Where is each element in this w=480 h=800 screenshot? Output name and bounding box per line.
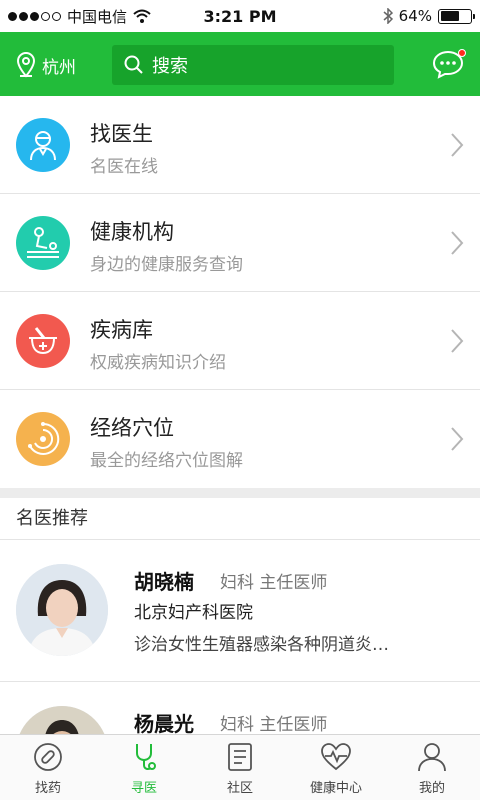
menu-subtitle: 名医在线 (90, 157, 158, 177)
menu-title: 经络穴位 (90, 416, 174, 440)
search-icon (124, 55, 143, 74)
doctor-title: 妇科 主任医师 (220, 573, 328, 593)
pill-icon (34, 743, 62, 771)
doctor-card[interactable]: 杨晨光 妇科 主任医师 (0, 682, 480, 734)
chevron-right-icon (451, 329, 464, 353)
doctor-avatar (16, 564, 108, 656)
chevron-right-icon (451, 231, 464, 255)
unread-dot (458, 49, 466, 57)
top-bar: 杭州 搜索 (0, 32, 480, 96)
heart-pulse-icon (321, 743, 351, 771)
doctor-icon (16, 118, 70, 172)
menu-subtitle: 权威疾病知识介绍 (90, 353, 226, 373)
doctor-title: 妇科 主任医师 (220, 715, 328, 734)
doctor-card[interactable]: 胡晓楠 妇科 主任医师 北京妇产科医院 诊治女性生殖器感染各种阴道炎… (0, 540, 480, 682)
stethoscope-icon (136, 744, 156, 770)
menu-subtitle: 最全的经络穴位图解 (90, 451, 243, 471)
city-selector[interactable]: 杭州 (16, 52, 76, 78)
tab-find-doctor[interactable]: 寻医 (96, 735, 192, 800)
tab-health-center[interactable]: 健康中心 (288, 735, 384, 800)
chevron-right-icon (451, 427, 464, 451)
recommended-doctors: 名医推荐 胡晓楠 妇科 主任医师 北京妇产科医院 诊治女性生殖器感染各种阴道炎…… (0, 498, 480, 734)
tab-label: 寻医 (130, 781, 157, 796)
tab-community[interactable]: 社区 (192, 735, 288, 800)
tab-label: 健康中心 (309, 781, 362, 796)
doctor-specialty: 诊治女性生殖器感染各种阴道炎… (134, 635, 389, 655)
feature-menu: 找医生 名医在线 健康机构 身边的健康服务查询 疾病库 权威疾病知识介绍 经络穴… (0, 96, 480, 488)
community-icon (228, 743, 252, 771)
section-title: 名医推荐 (0, 498, 480, 540)
doctor-hospital: 北京妇产科医院 (134, 603, 253, 623)
mortar-icon (16, 314, 70, 368)
massage-icon (16, 216, 70, 270)
doctor-name: 胡晓楠 (134, 570, 194, 594)
bluetooth-icon (383, 8, 393, 24)
menu-title: 找医生 (90, 122, 153, 146)
battery-icon (438, 8, 475, 24)
status-bar: 中国电信 3:21 PM 64% (0, 0, 480, 32)
chevron-right-icon (451, 133, 464, 157)
doctor-avatar (16, 706, 108, 734)
message-button[interactable] (432, 49, 466, 81)
menu-item-disease-library[interactable]: 疾病库 权威疾病知识介绍 (0, 292, 480, 390)
menu-title: 疾病库 (90, 318, 153, 342)
menu-subtitle: 身边的健康服务查询 (90, 255, 243, 275)
menu-item-find-doctor[interactable]: 找医生 名医在线 (0, 96, 480, 194)
tab-label: 社区 (226, 781, 253, 796)
doctor-name: 杨晨光 (134, 712, 194, 734)
tab-find-medicine[interactable]: 找药 (0, 735, 96, 800)
location-pin-icon (16, 52, 36, 78)
meridian-icon (16, 412, 70, 466)
person-icon (418, 743, 446, 772)
menu-title: 健康机构 (90, 220, 174, 244)
battery-percent: 64% (398, 7, 432, 25)
menu-item-health-institution[interactable]: 健康机构 身边的健康服务查询 (0, 194, 480, 292)
menu-item-meridian-points[interactable]: 经络穴位 最全的经络穴位图解 (0, 390, 480, 488)
tab-label: 找药 (34, 781, 61, 796)
search-placeholder: 搜索 (152, 56, 188, 77)
tab-label: 我的 (418, 781, 445, 796)
section-divider (0, 488, 480, 498)
bottom-tab-bar: 找药 寻医 社区 健康中心 我的 (0, 734, 480, 800)
city-label: 杭州 (42, 57, 76, 78)
search-input[interactable]: 搜索 (112, 45, 394, 85)
tab-profile[interactable]: 我的 (384, 735, 480, 800)
